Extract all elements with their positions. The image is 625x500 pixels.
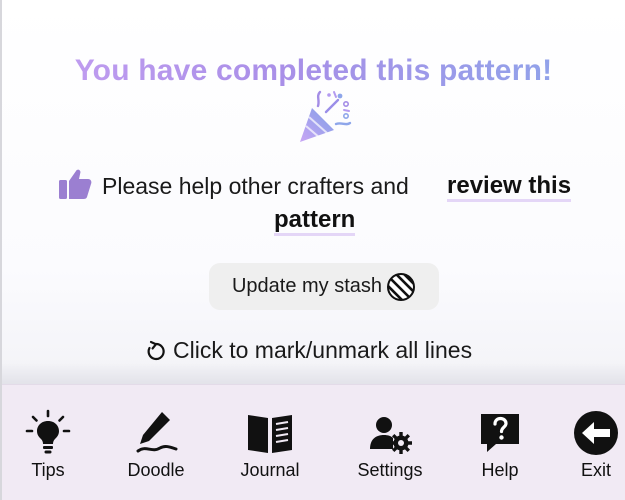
review-pattern-link-continued[interactable]: pattern xyxy=(274,206,356,236)
yarn-ball-icon xyxy=(387,272,416,301)
thumbs-up-icon xyxy=(59,169,92,199)
question-icon xyxy=(481,414,519,452)
toolbar-journal[interactable]: Journal xyxy=(230,385,310,485)
toolbar-settings-label: Settings xyxy=(357,460,423,480)
update-stash-label: Update my stash xyxy=(231,275,383,297)
pen-icon xyxy=(136,412,178,453)
completion-title: You have completed this pattern! xyxy=(2,54,625,88)
user-gear-icon xyxy=(370,417,412,454)
review-pattern-link[interactable]: review this xyxy=(447,172,572,202)
update-stash-button[interactable]: Update my stash xyxy=(209,263,439,310)
toolbar-exit[interactable]: Exit xyxy=(566,385,625,485)
toolbar-tips-label: Tips xyxy=(31,460,65,480)
toolbar-exit-label: Exit xyxy=(580,460,611,480)
toolbar-help[interactable]: Help xyxy=(468,385,532,485)
exit-arrow-icon xyxy=(574,411,618,455)
toolbar-settings[interactable]: Settings xyxy=(343,385,437,485)
toolbar-journal-label: Journal xyxy=(240,460,300,480)
toolbar-doodle[interactable]: Doodle xyxy=(114,385,198,485)
rotate-icon xyxy=(147,340,165,360)
mark-all-lines-label: Click to mark/unmark all lines xyxy=(173,337,473,363)
lightbulb-icon xyxy=(25,409,71,454)
party-popper-icon xyxy=(300,90,352,142)
toolbar-tips[interactable]: Tips xyxy=(18,385,78,485)
mark-all-lines-toggle[interactable]: Click to mark/unmark all lines xyxy=(145,337,472,364)
review-prompt-text: Please help other crafters and xyxy=(102,173,409,199)
completion-panel: You have completed this pattern! Please … xyxy=(2,0,625,384)
toolbar-help-label: Help xyxy=(481,460,519,480)
bottom-toolbar: Tips Doodle Journal Settings Help Exit xyxy=(2,384,625,500)
book-icon xyxy=(248,415,292,453)
toolbar-doodle-label: Doodle xyxy=(127,460,185,480)
